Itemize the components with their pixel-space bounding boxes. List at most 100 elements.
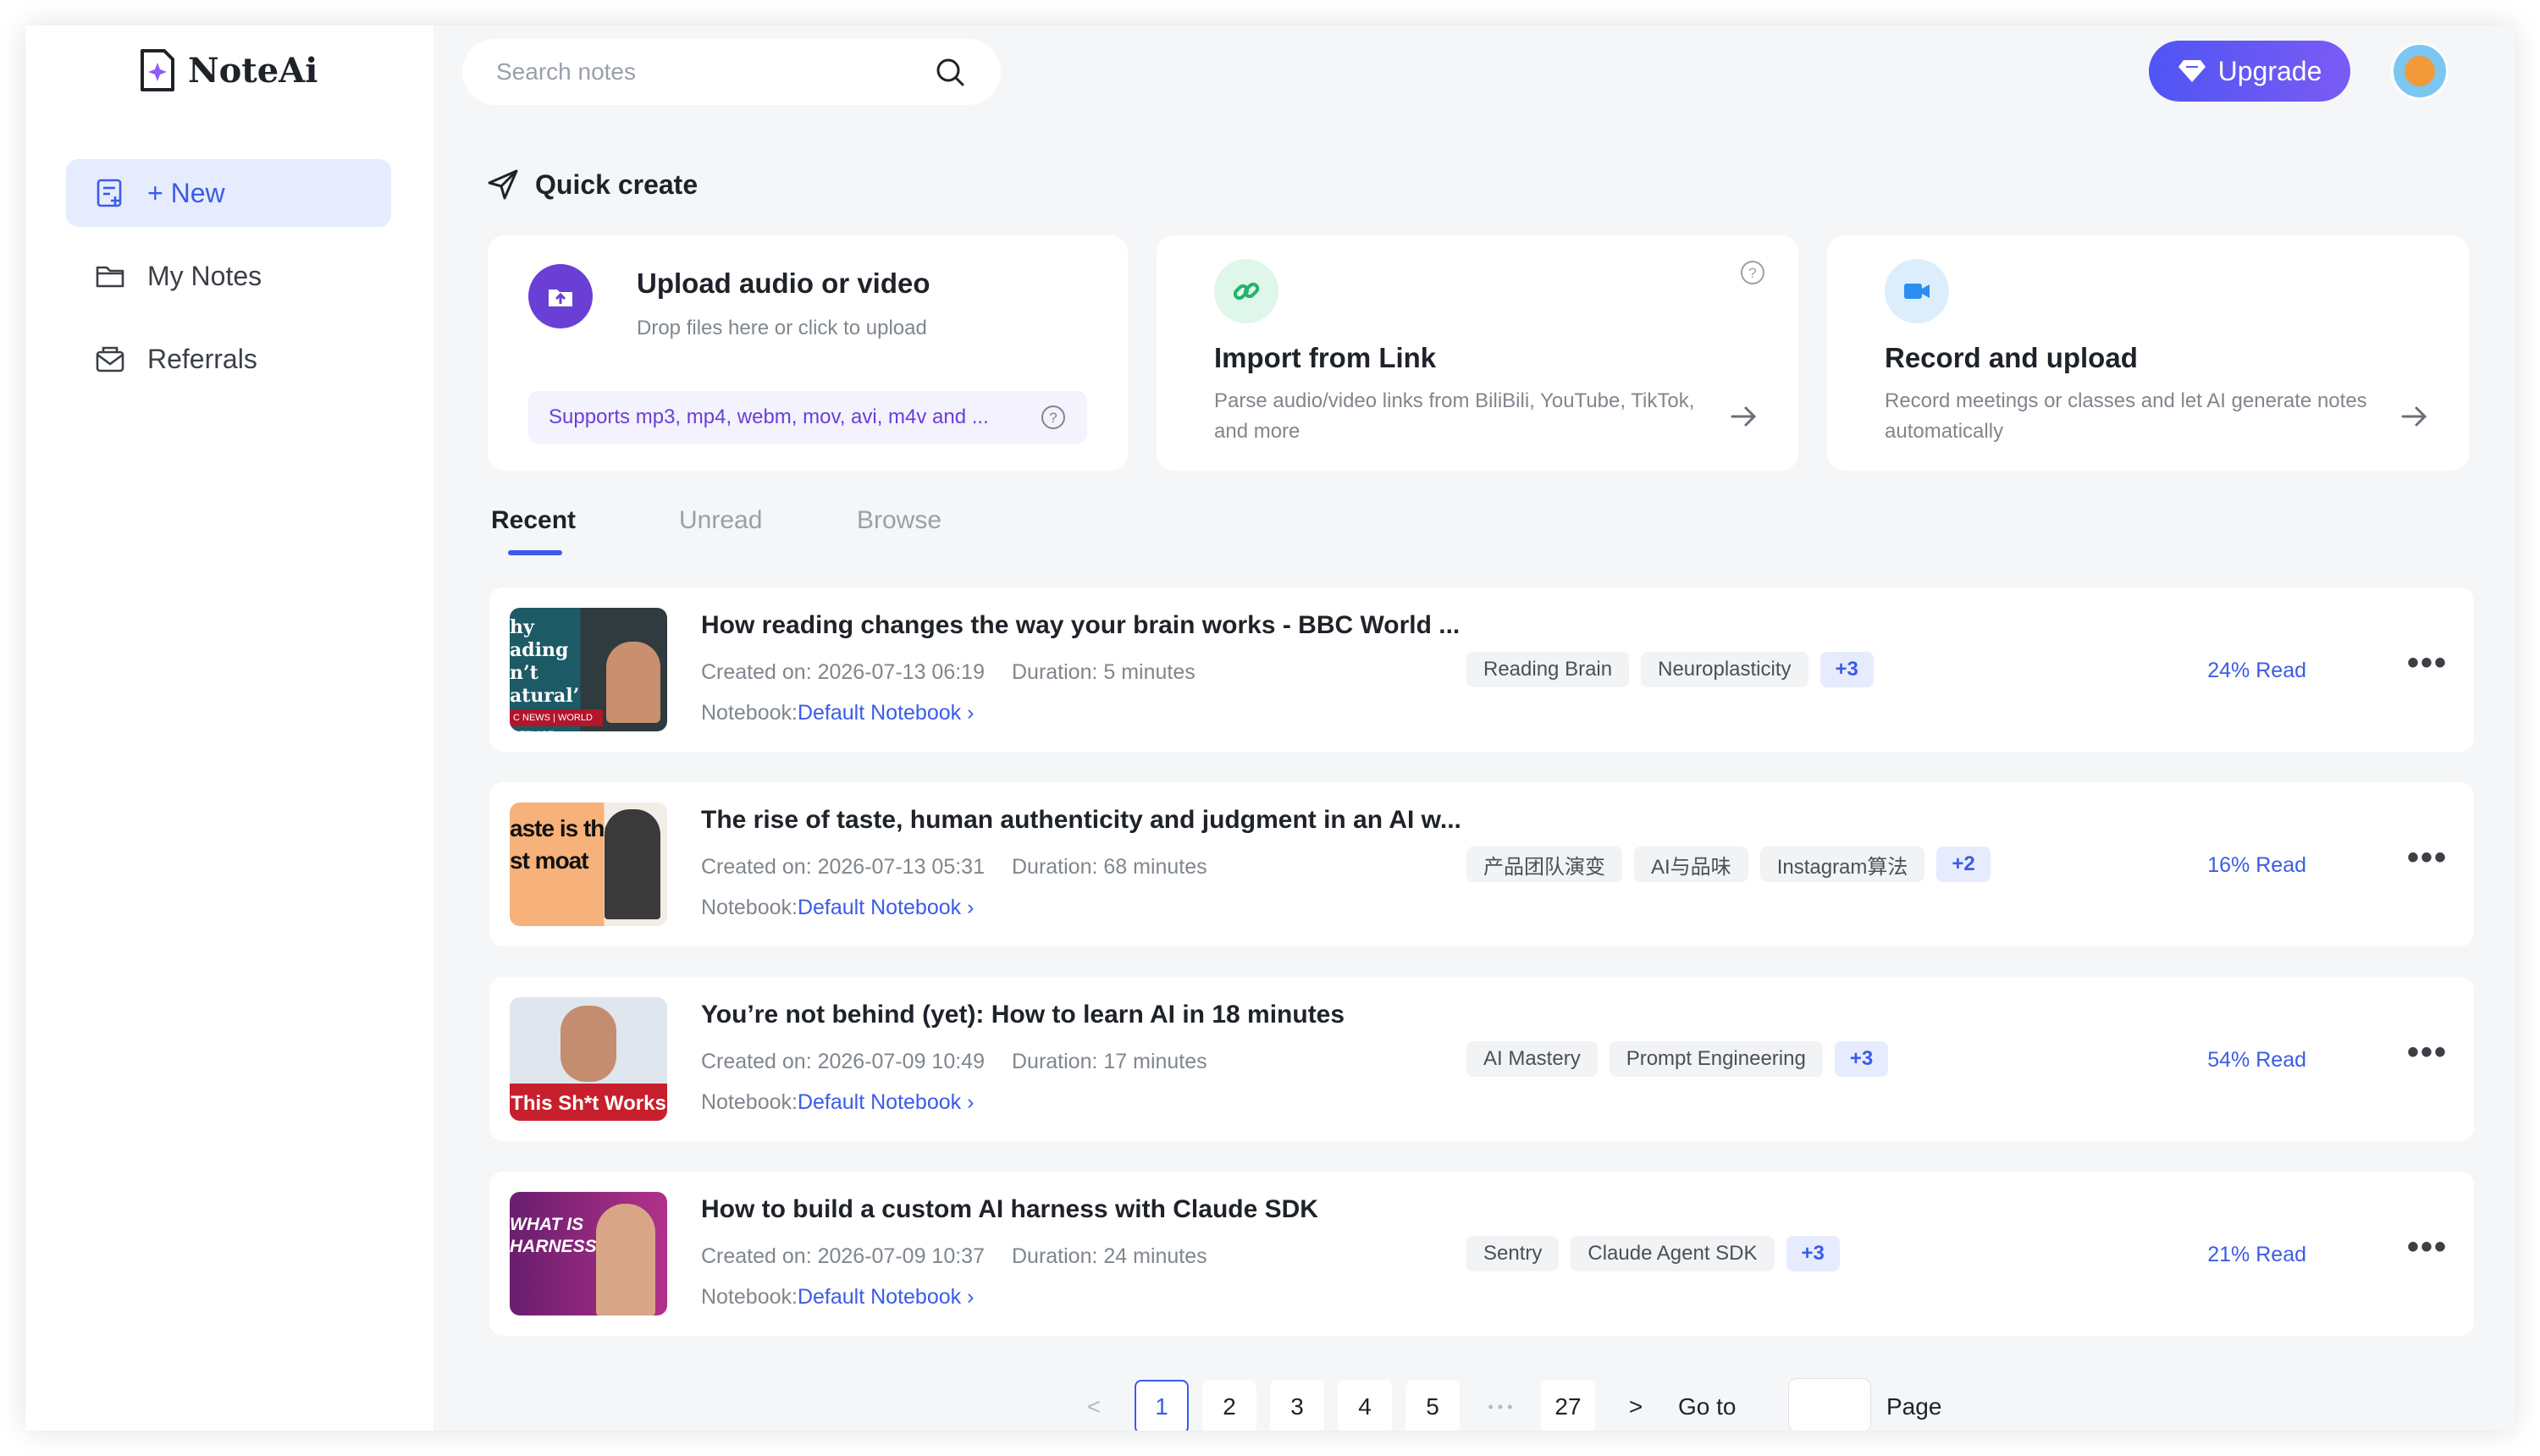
page-ellipsis[interactable]: • • • [1473, 1380, 1527, 1431]
notebook-link-text[interactable]: Default Notebook › [798, 701, 974, 725]
goto-label: Go to [1678, 1393, 1737, 1420]
notebook-link: Notebook:Default Notebook › [701, 701, 975, 725]
read-progress: 54% Read [2207, 1048, 2306, 1072]
page-button-1[interactable]: 1 [1135, 1380, 1189, 1431]
tag-list: Reading Brain Neuroplasticity +3 [1466, 652, 1874, 687]
upload-card[interactable]: Upload audio or video Drop files here or… [488, 235, 1128, 471]
help-icon[interactable]: ? [1040, 404, 1067, 431]
tag[interactable]: Claude Agent SDK [1571, 1236, 1775, 1271]
note-title[interactable]: How reading changes the way your brain w… [701, 611, 1460, 640]
noteai-logo-icon [141, 49, 174, 91]
video-thumbnail: hyadingn’tatural’ C NEWS | WORLD SERVICE [510, 608, 667, 731]
svg-text:?: ? [1748, 265, 1756, 281]
more-tags-badge[interactable]: +3 [1834, 1041, 1889, 1077]
note-title[interactable]: You’re not behind (yet): How to learn AI… [701, 1001, 1345, 1029]
video-thumbnail: aste is the st moat [510, 802, 667, 926]
search-bar [462, 39, 1001, 105]
note-meta: Created on: 2026-07-09 10:49 Duration: 17… [701, 1050, 1207, 1073]
note-title[interactable]: The rise of taste, human authenticity an… [701, 806, 1461, 835]
tag[interactable]: AI Mastery [1466, 1041, 1598, 1077]
record-card[interactable]: Record and upload Record meetings or cla… [1827, 235, 2469, 471]
sidebar-item-referrals[interactable]: Referrals [66, 325, 391, 393]
notebook-link-text[interactable]: Default Notebook › [798, 1090, 974, 1114]
sidebar: NoteAi + New My Notes Referrals [25, 25, 433, 1431]
search-input[interactable] [496, 58, 919, 85]
note-meta: Created on: 2026-07-09 10:37 Duration: 24… [701, 1244, 1207, 1268]
page-button-5[interactable]: 5 [1405, 1380, 1460, 1431]
more-options-icon[interactable]: ••• [2406, 1230, 2449, 1268]
svg-text:?: ? [1049, 410, 1057, 426]
note-row[interactable]: This Sh*t Works You’re not behind (yet):… [489, 977, 2474, 1141]
page-button-last[interactable]: 27 [1541, 1380, 1595, 1431]
tag[interactable]: AI与品味 [1634, 847, 1748, 882]
help-icon[interactable]: ? [1739, 259, 1766, 286]
more-options-icon[interactable]: ••• [2406, 841, 2449, 879]
notebook-link: Notebook:Default Notebook › [701, 1090, 975, 1114]
read-progress: 24% Read [2207, 659, 2306, 682]
search-icon[interactable] [933, 55, 967, 89]
more-tags-badge[interactable]: +3 [1786, 1236, 1840, 1271]
active-tab-indicator [508, 550, 562, 555]
upload-icon [528, 264, 593, 328]
tag[interactable]: 产品团队演变 [1466, 847, 1622, 882]
video-thumbnail: WHAT IS HARNESS? [510, 1192, 667, 1315]
tag[interactable]: Instagram算法 [1759, 847, 1925, 882]
page-label: Page [1886, 1393, 1942, 1420]
tab-unread[interactable]: Unread [679, 506, 762, 535]
tag[interactable]: Prompt Engineering [1609, 1041, 1823, 1077]
notebook-link: Notebook:Default Notebook › [701, 1285, 975, 1309]
record-card-title: Record and upload [1885, 342, 2138, 373]
read-progress: 21% Read [2207, 1243, 2306, 1266]
upgrade-button[interactable]: Upgrade [2149, 41, 2350, 102]
notebook-link: Notebook:Default Notebook › [701, 896, 975, 919]
tag[interactable]: Sentry [1466, 1236, 1560, 1271]
more-options-icon[interactable]: ••• [2406, 1035, 2449, 1073]
tag-list: Sentry Claude Agent SDK +3 [1466, 1236, 1840, 1271]
avatar[interactable] [2391, 42, 2449, 100]
upgrade-label: Upgrade [2217, 55, 2322, 86]
app-name: NoteAi [188, 50, 318, 91]
upload-card-desc: Drop files here or click to upload [637, 317, 927, 339]
arrow-right-icon[interactable] [1729, 401, 1759, 432]
prev-page-button[interactable]: < [1067, 1380, 1121, 1431]
notebook-link-text[interactable]: Default Notebook › [798, 1285, 974, 1309]
note-row[interactable]: WHAT IS HARNESS? How to build a custom AI… [489, 1172, 2474, 1336]
video-thumbnail: This Sh*t Works [510, 997, 667, 1121]
send-icon [488, 169, 518, 200]
record-card-desc: Record meetings or classes and let AI ge… [1885, 389, 2367, 443]
sidebar-item-label: My Notes [147, 260, 262, 291]
next-page-button[interactable]: > [1609, 1380, 1663, 1431]
notebook-link-text[interactable]: Default Notebook › [798, 896, 974, 919]
tab-browse[interactable]: Browse [857, 506, 941, 535]
logo[interactable]: NoteAi [139, 47, 318, 93]
tab-recent[interactable]: Recent [491, 506, 576, 535]
note-row[interactable]: hyadingn’tatural’ C NEWS | WORLD SERVICE… [489, 587, 2474, 752]
import-card-title: Import from Link [1214, 342, 1437, 373]
folder-icon [96, 266, 124, 288]
page-button-4[interactable]: 4 [1338, 1380, 1392, 1431]
sidebar-item-label: + New [147, 177, 225, 208]
tag[interactable]: Neuroplasticity [1641, 652, 1808, 687]
goto-page-input[interactable] [1788, 1378, 1871, 1431]
mail-icon [96, 346, 124, 372]
note-meta: Created on: 2026-07-13 05:31 Duration: 68… [701, 855, 1207, 879]
page-button-3[interactable]: 3 [1270, 1380, 1324, 1431]
more-options-icon[interactable]: ••• [2406, 646, 2449, 684]
note-row[interactable]: aste is the st moat The rise of taste, hu… [489, 782, 2474, 946]
page-button-2[interactable]: 2 [1202, 1380, 1256, 1431]
tag[interactable]: Reading Brain [1466, 652, 1630, 687]
app-window: NoteAi + New My Notes Referrals Search n… [25, 25, 2515, 1431]
arrow-right-icon[interactable] [2399, 401, 2430, 432]
more-tags-badge[interactable]: +2 [1936, 847, 1991, 882]
sidebar-item-my-notes[interactable]: My Notes [66, 242, 391, 310]
video-camera-icon [1885, 259, 1949, 323]
link-icon [1214, 259, 1278, 323]
diamond-icon [2178, 60, 2206, 82]
import-link-card[interactable]: ? Import from Link Parse audio/video lin… [1157, 235, 1798, 471]
read-progress: 16% Read [2207, 853, 2306, 877]
more-tags-badge[interactable]: +3 [1819, 652, 1874, 687]
sidebar-item-new[interactable]: + New [66, 159, 391, 227]
note-title[interactable]: How to build a custom AI harness with Cl… [701, 1195, 1318, 1224]
quick-create-title: Quick create [486, 168, 698, 201]
tag-list: AI Mastery Prompt Engineering +3 [1466, 1041, 1889, 1077]
